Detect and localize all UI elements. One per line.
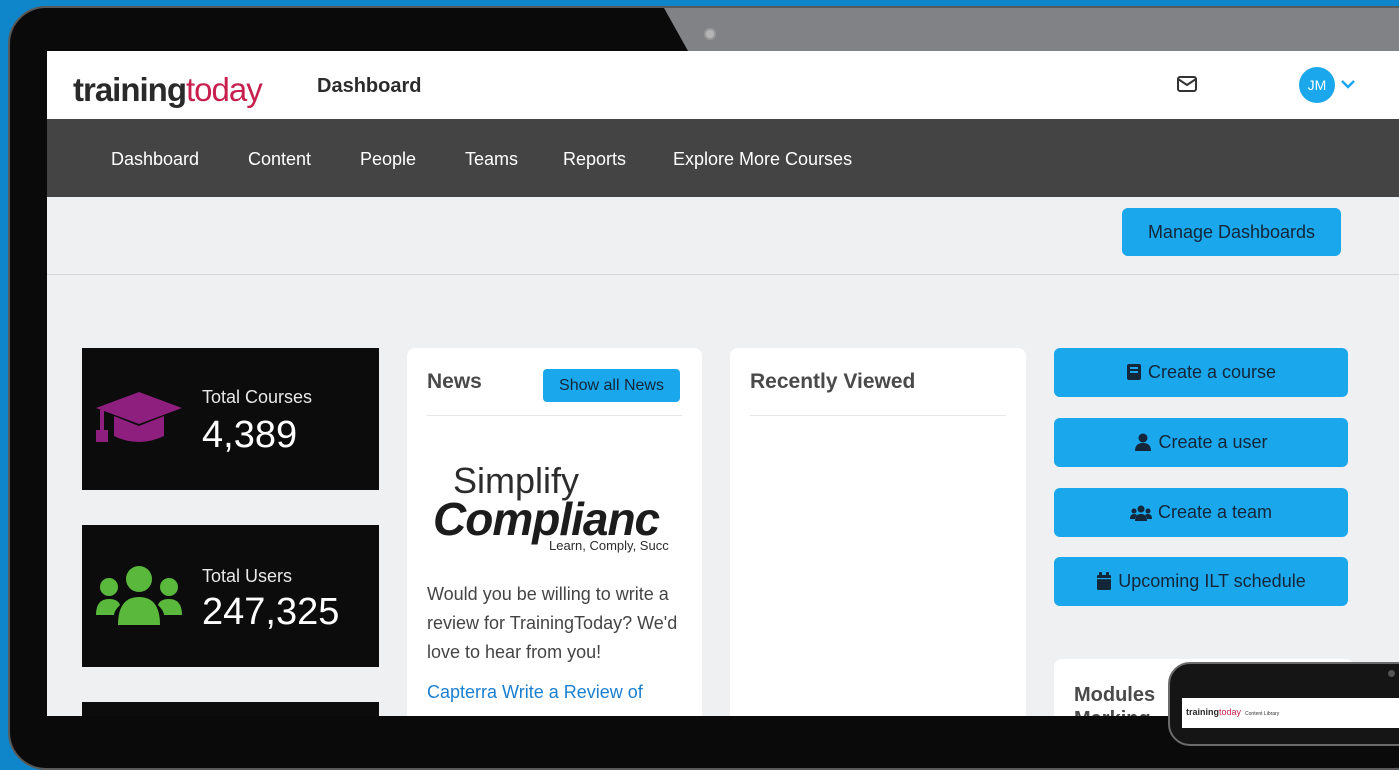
training-today-logo[interactable]: trainingtoday [73,71,263,109]
main-nav: Dashboard Content People Teams Reports E… [47,119,1399,197]
news-body: Would you be willing to write a review f… [427,584,678,662]
upcoming-ilt-label: Upcoming ILT schedule [1118,571,1306,591]
show-all-news-button[interactable]: Show all News [543,369,680,402]
total-users-label: Total Users [202,566,293,586]
nav-item-explore-more-courses[interactable]: Explore More Courses [673,149,852,170]
calendar-icon [1097,572,1112,590]
total-courses-value: 4,389 [202,414,298,456]
tablet-camera-icon [1388,670,1395,677]
create-user-label: Create a user [1158,432,1268,452]
total-courses-label: Total Courses [202,387,313,407]
header-bar: trainingtoday Dashboard JM [47,51,1399,119]
create-user-button[interactable]: Create a user [1054,418,1348,467]
avatar[interactable]: JM [1299,67,1335,103]
news-divider [427,415,682,416]
total-users-card: Total Users 247,325 [82,525,379,667]
recently-viewed-title: Recently Viewed [750,370,916,393]
nav-item-dashboard[interactable]: Dashboard [111,149,199,170]
recently-viewed-card: Recently Viewed [730,348,1026,716]
logo-tagline: Learn, Comply, Succ [549,538,669,553]
nav-item-people[interactable]: People [360,149,416,170]
camera-icon [704,28,716,40]
book-icon [1126,364,1141,380]
team-icon [1129,505,1152,521]
create-course-label: Create a course [1147,362,1277,382]
mail-icon[interactable] [1177,76,1197,92]
laptop-lid-edge [664,8,1399,51]
simplify-compliance-logo: Simplify Complianc Learn, Comply, Succ [433,460,679,556]
logo-part2: today [186,71,263,108]
create-team-label: Create a team [1157,502,1273,522]
page-title: Dashboard [317,75,422,97]
graduation-cap-icon [96,392,182,442]
news-link[interactable]: Capterra Write a Review of [427,682,643,703]
tablet-page-label: Content Library [1245,711,1280,717]
logo-part1: training [73,71,187,108]
total-users-value: 247,325 [202,591,340,633]
users-icon [96,566,182,625]
recent-divider [750,415,1006,416]
upcoming-ilt-schedule-button[interactable]: Upcoming ILT schedule [1054,557,1348,606]
nav-item-content[interactable]: Content [248,149,311,170]
stat-card-3 [82,702,379,716]
create-course-button[interactable]: Create a course [1054,348,1348,397]
tablet-screen: trainingtoday Content Library [1182,698,1399,728]
news-title: News [427,370,482,393]
news-card: News Show all News Simplify Complianc Le… [407,348,702,716]
modules-title: Modules Marking [1074,684,1156,716]
nav-item-reports[interactable]: Reports [563,149,626,170]
create-team-button[interactable]: Create a team [1054,488,1348,537]
total-courses-card: Total Courses 4,389 [82,348,379,490]
manage-dashboards-button[interactable]: Manage Dashboards [1122,208,1341,256]
user-icon [1135,433,1152,451]
nav-item-teams[interactable]: Teams [465,149,518,170]
chevron-down-icon[interactable] [1341,79,1355,89]
app-screen: trainingtoday Dashboard JM Dashboard Con… [47,51,1399,716]
